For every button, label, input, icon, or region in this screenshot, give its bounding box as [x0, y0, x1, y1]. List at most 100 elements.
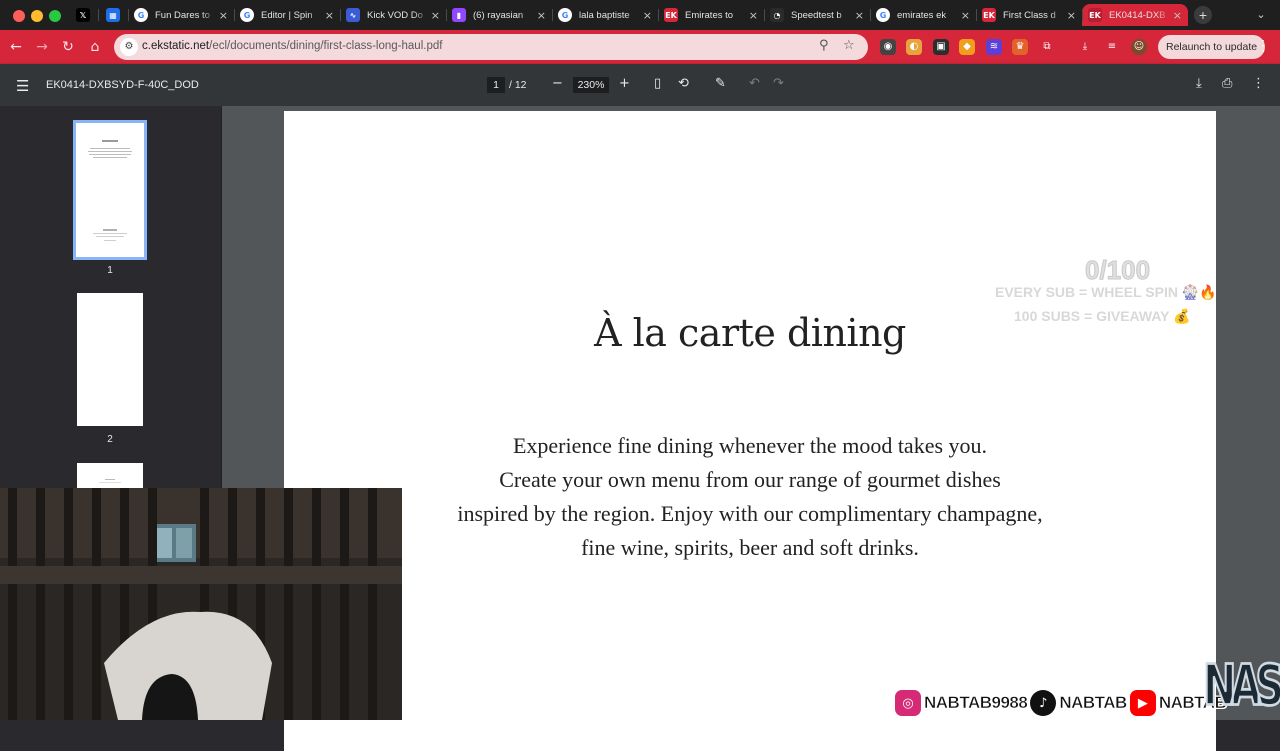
- browser-tab[interactable]: ▦: [98, 4, 128, 26]
- bookmark-star-icon[interactable]: ☆: [843, 38, 855, 53]
- tab-title: EK0414-DXB: [1109, 9, 1166, 21]
- fit-page-icon[interactable]: ▯: [654, 76, 661, 91]
- close-tab-icon[interactable]: ×: [431, 9, 440, 22]
- body-line: Create your own menu from our range of g…: [499, 467, 1001, 492]
- browser-toolbar: ← → ↻ ⌂ ⚙ c.ekstatic.net/ecl/documents/d…: [0, 30, 1280, 64]
- close-tab-icon[interactable]: ×: [1173, 9, 1182, 22]
- zoom-out-button[interactable]: −: [552, 76, 563, 91]
- webcam-feed: [0, 488, 402, 720]
- forward-button[interactable]: →: [32, 37, 52, 57]
- print-icon[interactable]: ⎙: [1222, 76, 1232, 91]
- minimize-window-button[interactable]: [31, 10, 43, 22]
- reading-list-icon[interactable]: ≡: [1104, 39, 1120, 55]
- browser-tab[interactable]: G Editor | Spin ×: [234, 4, 340, 26]
- extension-honey-icon[interactable]: ◐: [906, 39, 922, 55]
- url-path: /ecl/documents/dining/first-class-long-h…: [209, 40, 443, 52]
- close-tab-icon[interactable]: ×: [219, 9, 228, 22]
- rotate-icon[interactable]: ⟲: [678, 76, 689, 91]
- emirates-icon: EK: [664, 8, 678, 22]
- close-tab-icon[interactable]: ×: [855, 9, 864, 22]
- document-title: EK0414-DXBSYD-F-40C_DOD: [46, 79, 199, 91]
- relaunch-button[interactable]: Relaunch to update: [1158, 35, 1266, 59]
- tab-title: emirates ek: [897, 9, 947, 21]
- downloads-icon[interactable]: ⤓: [1077, 39, 1093, 55]
- close-tab-icon[interactable]: ×: [961, 9, 970, 22]
- close-tab-icon[interactable]: ×: [537, 9, 546, 22]
- extensions-puzzle-icon[interactable]: ⧉: [1039, 39, 1055, 55]
- browser-tab[interactable]: G Fun Dares to ×: [128, 4, 234, 26]
- browser-tab[interactable]: ▮ (6) rayasian ×: [446, 4, 552, 26]
- instagram-handle: NABTAB9988: [924, 693, 1028, 713]
- google-icon: G: [558, 8, 572, 22]
- tab-title: Kick VOD Do: [367, 9, 423, 21]
- browser-tab[interactable]: EK First Class d ×: [976, 4, 1082, 26]
- annotate-icon[interactable]: ✎: [715, 76, 726, 91]
- new-tab-button[interactable]: +: [1194, 6, 1212, 24]
- browser-tab[interactable]: ∿ Kick VOD Do ×: [340, 4, 446, 26]
- zoom-in-button[interactable]: +: [619, 76, 630, 91]
- page-thumbnail-2[interactable]: [77, 293, 143, 426]
- tiktok-handle: NABTAB: [1059, 693, 1128, 713]
- browser-menu-icon[interactable]: ⋮: [1256, 37, 1270, 54]
- extension-bulb-icon[interactable]: ◉: [880, 39, 896, 55]
- profile-avatar[interactable]: ☺: [1131, 39, 1147, 55]
- tab-list: 𝕏 ▦ G Fun Dares to × G Editor | Spin × ∿ Kick VOD…: [68, 4, 1188, 26]
- page-thumbnail-1[interactable]: [73, 120, 147, 260]
- download-icon[interactable]: ⤓: [1196, 76, 1202, 91]
- extension-brave-icon[interactable]: ◆: [959, 39, 975, 55]
- pdf-page-1: À la carte dining Experience fine dining…: [284, 111, 1216, 751]
- tab-title: First Class d: [1003, 9, 1056, 21]
- page-body: Experience fine dining whenever the mood…: [434, 429, 1066, 565]
- site-info-icon[interactable]: ⚙: [120, 38, 138, 56]
- youtube-icon: ▶: [1129, 690, 1156, 716]
- address-bar[interactable]: ⚙ c.ekstatic.net/ecl/documents/dining/fi…: [114, 34, 868, 60]
- zoom-window-button[interactable]: [49, 10, 61, 22]
- puzzle-app-icon: ▦: [106, 8, 120, 22]
- extension-crown-icon[interactable]: ♛: [1012, 39, 1028, 55]
- tab-title: Fun Dares to: [155, 9, 210, 21]
- tab-title: Editor | Spin: [261, 9, 313, 21]
- x-logo-icon: 𝕏: [76, 8, 90, 22]
- browser-tab[interactable]: EK EK0414-DXB ×: [1082, 4, 1188, 26]
- browser-tab[interactable]: ◔ Speedtest b ×: [764, 4, 870, 26]
- page-number-input[interactable]: 1: [487, 77, 505, 93]
- webcam-overlay: [0, 488, 402, 720]
- browser-tab-strip: 𝕏 ▦ G Fun Dares to × G Editor | Spin × ∿ Kick VOD…: [0, 0, 1280, 30]
- home-button[interactable]: ⌂: [85, 37, 105, 57]
- close-tab-icon[interactable]: ×: [1067, 9, 1076, 22]
- url-text: c.ekstatic.net/ecl/documents/dining/firs…: [142, 40, 442, 52]
- tab-title: lala baptiste: [579, 9, 630, 21]
- back-button[interactable]: ←: [6, 37, 26, 57]
- tab-search-icon[interactable]: ⌄: [1252, 6, 1270, 24]
- close-tab-icon[interactable]: ×: [643, 9, 652, 22]
- emirates-icon: EK: [982, 8, 996, 22]
- browser-tab[interactable]: Glala baptiste ×: [552, 4, 658, 26]
- sidebar-menu-icon[interactable]: ☰: [16, 77, 29, 95]
- extension-badge-icon[interactable]: ▣: [933, 39, 949, 55]
- browser-tab[interactable]: Gemirates ek ×: [870, 4, 976, 26]
- zoom-icon[interactable]: ⚲: [819, 38, 829, 53]
- close-window-button[interactable]: [13, 10, 25, 22]
- undo-icon[interactable]: ↶: [749, 76, 760, 91]
- browser-tab[interactable]: EK Emirates to ×: [658, 4, 764, 26]
- sub-goal-line-1: EVERY SUB = WHEEL SPIN 🎡🔥: [995, 284, 1217, 300]
- body-line: Experience fine dining whenever the mood…: [512, 433, 988, 458]
- emirates-icon: EK: [1088, 8, 1102, 22]
- social-handles-overlay: ◎ NABTAB9988 ♪ NABTAB ▶ NABTAB: [895, 686, 1229, 720]
- sub-goal-line-2: 100 SUBS = GIVEAWAY 💰: [1014, 308, 1191, 324]
- close-tab-icon[interactable]: ×: [749, 9, 758, 22]
- tab-title: Emirates to: [685, 9, 734, 21]
- reload-button[interactable]: ↻: [58, 37, 78, 57]
- body-line: inspired by the region. Enjoy with our c…: [457, 501, 1043, 526]
- zoom-input[interactable]: 230%: [573, 77, 609, 93]
- more-actions-icon[interactable]: ⋮: [1252, 76, 1265, 91]
- close-tab-icon[interactable]: ×: [325, 9, 334, 22]
- thumbnail-label-1: 1: [107, 265, 113, 276]
- tiktok-icon: ♪: [1030, 690, 1057, 716]
- browser-tab[interactable]: 𝕏: [68, 4, 98, 26]
- google-icon: G: [134, 8, 148, 22]
- extension-wave-icon[interactable]: ≋: [986, 39, 1002, 55]
- redo-icon[interactable]: ↷: [773, 76, 784, 91]
- google-icon: G: [876, 8, 890, 22]
- url-host: c.ekstatic.net: [142, 40, 210, 52]
